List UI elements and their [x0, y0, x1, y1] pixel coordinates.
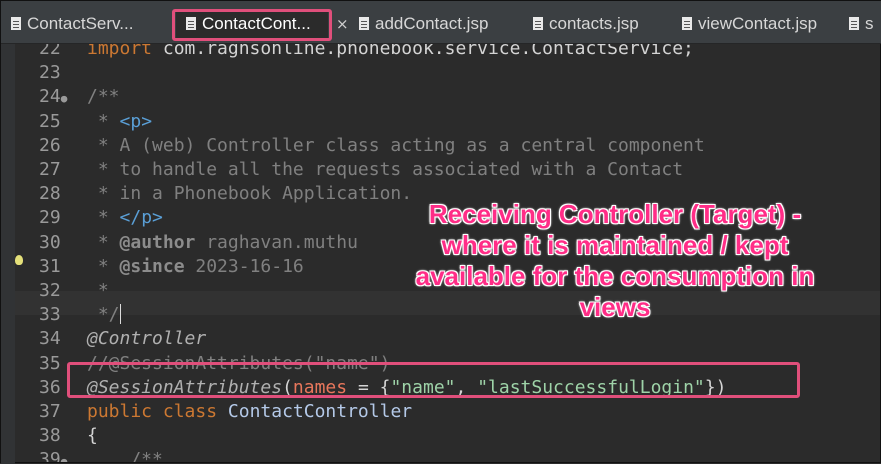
code-token: public class [87, 401, 228, 422]
code-token: <p> [119, 110, 153, 132]
code-token: * A (web) Controller class acting as a c… [87, 134, 705, 156]
code-line: 23 [15, 61, 87, 85]
code-token: import [87, 44, 163, 59]
callout-line: views [579, 292, 651, 322]
line-number: 22 [39, 44, 61, 59]
file-icon [359, 17, 369, 30]
line-number: 37 [39, 401, 61, 422]
code-line: 28 * in a Phonebook Application. [15, 182, 412, 206]
code-token: raghavan.muthu [195, 231, 358, 253]
tab-contactservice[interactable]: ContactServ... [11, 10, 161, 38]
code-line: 30 * @author raghavan.muthu [15, 231, 358, 255]
line-number: 28 [39, 183, 61, 205]
code-token: * in a Phonebook Application. [87, 183, 413, 205]
tab-label: contacts.jsp [549, 14, 639, 33]
file-icon [11, 17, 21, 30]
code-token: * [87, 280, 109, 301]
code-line: 39● /** [15, 448, 163, 462]
line-number: 32 [39, 280, 61, 301]
code-line: 22 import com.raghsonline.phonebook.servi… [15, 44, 694, 61]
line-number: 29 [39, 207, 61, 229]
line-number: 34 [39, 328, 61, 350]
code-token: * [87, 255, 120, 277]
file-icon [849, 17, 859, 30]
tab-label: addContact.jsp [375, 14, 489, 33]
tab-addcontact[interactable]: addContact.jsp [359, 10, 519, 38]
line-number: 23 [39, 62, 61, 84]
code-line: 38 { [15, 424, 98, 448]
fold-marker-icon[interactable]: ● [61, 92, 68, 105]
code-line: 27 * to handle all the requests associat… [15, 158, 683, 182]
line-number: 27 [39, 159, 61, 180]
tab-label: ContactServ... [27, 14, 134, 33]
tab-contacts[interactable]: contacts.jsp [533, 10, 663, 38]
session-attributes-highlight [67, 362, 800, 398]
tab-overflow[interactable]: s [849, 10, 881, 38]
code-line: 24● /** [15, 85, 120, 109]
active-tab-highlight [172, 9, 332, 41]
tab-viewcontact[interactable]: viewContact.jsp [682, 10, 842, 38]
code-line: 32 * [15, 279, 109, 303]
fold-marker-icon[interactable]: ● [61, 455, 68, 462]
callout-line: Receiving Controller (Target) - [428, 199, 802, 229]
code-line: 37 public class ContactController [15, 400, 412, 424]
code-token: { [87, 425, 98, 447]
code-line: 31 * @since 2023-16-16 [15, 255, 304, 279]
file-icon [682, 17, 692, 30]
code-line: 25 * <p> [15, 110, 152, 134]
text-cursor [119, 304, 121, 325]
code-token: ContactController [227, 401, 413, 422]
line-number: 25 [39, 110, 61, 132]
code-line: 26 * A (web) Controller class acting as … [15, 134, 705, 158]
code-line: 33 */ [15, 303, 121, 327]
line-number: 24● [39, 86, 68, 108]
code-line: 29 * </p> [15, 206, 163, 230]
callout-line: available for the consumption in [415, 261, 815, 291]
code-token: @Controller [87, 328, 207, 350]
line-number: 39● [15, 448, 87, 462]
file-icon [533, 17, 543, 30]
editor-gutter [1, 44, 15, 464]
close-icon[interactable]: × [336, 15, 349, 33]
code-token: * [87, 207, 120, 229]
annotation-callout: Receiving Controller (Target) - where it… [365, 199, 865, 323]
code-token: * to handle all the requests associated … [87, 159, 684, 180]
code-token: * [87, 231, 120, 253]
line-number: 38 [39, 425, 61, 447]
code-token: @author [119, 231, 196, 253]
callout-line: where it is maintained / kept [441, 230, 789, 260]
editor-tab-bar: ContactServ... ContactCont... × addConta… [1, 1, 881, 44]
code-line: 34 @Controller [15, 327, 206, 351]
code-token: /** [87, 449, 163, 462]
tab-label: s [865, 14, 874, 33]
code-token: * [87, 110, 120, 132]
line-number: 33 [39, 304, 61, 326]
code-token: @since [119, 255, 185, 277]
code-token: com.raghsonline.phonebook.service.Contac… [162, 44, 694, 59]
line-number: 26 [39, 134, 61, 156]
line-number: 31 [39, 255, 61, 277]
code-token: 2023-16-16 [184, 255, 304, 277]
code-token: /** [87, 86, 120, 108]
code-token: </p> [119, 207, 163, 229]
line-number: 30 [39, 231, 61, 253]
code-token: */ [87, 304, 120, 326]
tab-label: viewContact.jsp [698, 14, 818, 33]
